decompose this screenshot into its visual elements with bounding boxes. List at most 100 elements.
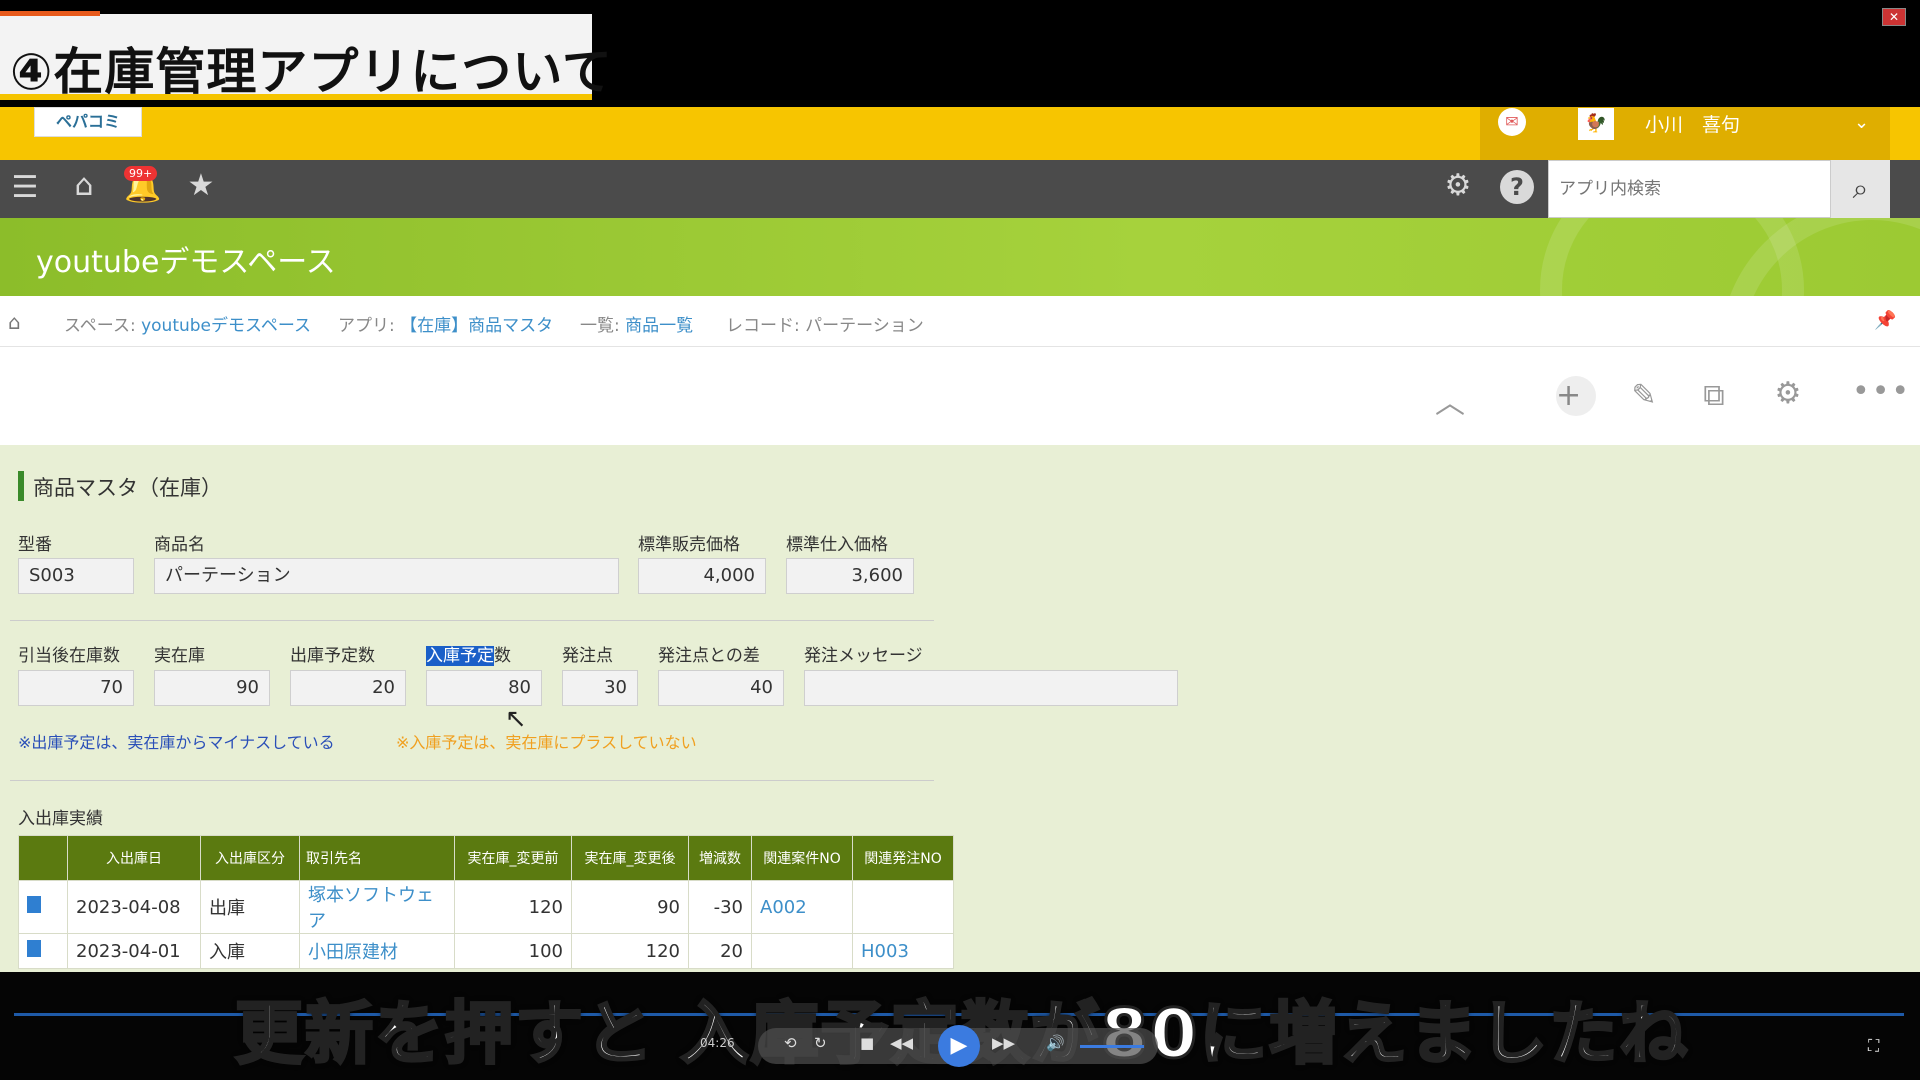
note-planned-in: ※入庫予定は、実在庫にプラスしていない <box>396 733 697 752</box>
table-header: 入出庫区分 <box>200 835 300 881</box>
duplicate-icon[interactable]: ⧉ <box>1694 378 1734 413</box>
table-header: 取引先名 <box>299 835 455 881</box>
table-header: 実在庫_変更後 <box>571 835 689 881</box>
field-order-message <box>804 670 1178 706</box>
label-actual-stock: 実在庫 <box>154 646 205 666</box>
table-header: 関連発注NO <box>852 835 954 881</box>
breadcrumb-home-icon[interactable]: ⌂ <box>8 310 21 334</box>
field-planned-in: 80 <box>426 670 542 706</box>
table-header: 増減数 <box>688 835 752 881</box>
cell-delta: 20 <box>688 933 752 969</box>
star-icon[interactable]: ★ <box>183 168 219 203</box>
space-title[interactable]: youtubeデモスペース <box>36 237 336 281</box>
label-product-name: 商品名 <box>154 535 205 555</box>
gear-icon[interactable]: ⚙ <box>1440 168 1476 203</box>
loop-icon[interactable]: ⟲ <box>784 1034 797 1052</box>
note-planned-out: ※出庫予定は、実在庫からマイナスしている <box>18 733 335 752</box>
table-header: 実在庫_変更前 <box>454 835 572 881</box>
label-order-point: 発注点 <box>562 646 613 666</box>
section-marker <box>18 471 24 501</box>
video-title-card: ④在庫管理アプリについて <box>0 11 612 101</box>
cell-date: 2023-04-08 <box>67 880 201 934</box>
section-title: 商品マスタ（在庫） <box>33 476 222 500</box>
table-header: 入出庫日 <box>67 835 201 881</box>
more-options-icon[interactable]: ••• <box>1852 374 1909 409</box>
breadcrumb-view[interactable]: 一覧: 商品一覧 <box>580 311 693 336</box>
label-planned-out: 出庫予定数 <box>290 646 375 666</box>
chevron-up-icon[interactable]: ︿ <box>1430 378 1470 422</box>
breadcrumb-space[interactable]: スペース: youtubeデモスペース <box>64 311 311 336</box>
cell-before: 100 <box>454 933 572 969</box>
field-product-name: パーテーション <box>154 558 619 594</box>
title-accent <box>0 11 100 16</box>
table-title: 入出庫実績 <box>18 809 103 829</box>
label-std-sale-price: 標準販売価格 <box>638 535 740 555</box>
settings-dropdown-icon[interactable]: ⚙ <box>1760 376 1816 411</box>
avatar[interactable]: 🐓 <box>1578 108 1614 140</box>
cell-before: 120 <box>454 880 572 934</box>
mail-icon[interactable]: ✉ <box>1498 108 1526 136</box>
divider <box>10 780 934 781</box>
stop-icon[interactable]: ■ <box>860 1034 874 1052</box>
user-name[interactable]: 小川 喜句 <box>1645 110 1740 137</box>
table-row: 2023-04-01 入庫 小田原建材 100 120 20 H003 <box>18 933 954 969</box>
cell-case-no-link[interactable]: A002 <box>751 880 853 934</box>
repeat-icon[interactable]: ↻ <box>814 1034 827 1052</box>
field-order-point-diff: 40 <box>658 670 784 706</box>
table-header-row: 入出庫日 入出庫区分 取引先名 実在庫_変更前 実在庫_変更後 増減数 関連案件… <box>18 835 954 881</box>
label-order-message: 発注メッセージ <box>804 646 923 666</box>
chevron-down-icon[interactable]: ⌄ <box>1854 112 1869 133</box>
cell-type: 入庫 <box>200 933 300 969</box>
selected-text: 入庫予定 <box>426 646 494 666</box>
video-timestamp: 04:26 <box>700 1036 735 1050</box>
help-icon[interactable]: ? <box>1500 170 1534 204</box>
window-close-icon[interactable]: ✕ <box>1882 8 1906 26</box>
table-header: 関連案件NO <box>751 835 853 881</box>
cell-partner-link[interactable]: 小田原建材 <box>299 933 455 969</box>
home-icon[interactable]: ⌂ <box>66 168 102 203</box>
table-header-icon <box>18 835 68 881</box>
edit-icon[interactable]: ✎ <box>1624 378 1664 413</box>
fullscreen-icon[interactable]: ⛶ <box>1868 1036 1879 1056</box>
table-row: 2023-04-08 出庫 塚本ソフトウェア 120 90 -30 A002 <box>18 880 954 934</box>
label-order-point-diff: 発注点との差 <box>658 646 760 666</box>
search-input[interactable] <box>1548 160 1831 218</box>
cell-date: 2023-04-01 <box>67 933 201 969</box>
divider <box>10 620 934 621</box>
field-std-purchase-price: 3,600 <box>786 558 914 594</box>
history-table: 入出庫日 入出庫区分 取引先名 実在庫_変更前 実在庫_変更後 増減数 関連案件… <box>18 835 954 969</box>
volume-icon[interactable]: 🔊 <box>1046 1034 1065 1052</box>
cell-delta: -30 <box>688 880 752 934</box>
volume-slider[interactable] <box>1080 1045 1144 1048</box>
row-detail-icon[interactable] <box>18 933 68 969</box>
cell-order-no-link[interactable] <box>852 880 954 934</box>
field-stock-after-alloc: 70 <box>18 670 134 706</box>
company-logo[interactable]: ペパコミ <box>34 107 142 137</box>
add-record-button[interactable]: + <box>1556 376 1596 416</box>
cell-case-no-link[interactable] <box>751 933 853 969</box>
menu-icon[interactable]: ☰ <box>8 170 42 205</box>
label-stock-after-alloc: 引当後在庫数 <box>18 646 120 666</box>
breadcrumb-record: レコード: パーテーション <box>726 316 924 336</box>
cell-partner-link[interactable]: 塚本ソフトウェア <box>299 880 455 934</box>
notification-badge: 99+ <box>124 166 158 181</box>
cell-order-no-link[interactable]: H003 <box>852 933 954 969</box>
play-button[interactable]: ▶ <box>938 1025 980 1067</box>
label-std-purchase-price: 標準仕入価格 <box>786 535 888 555</box>
rewind-icon[interactable]: ◀◀ <box>890 1034 913 1052</box>
field-model-no: S003 <box>18 558 134 594</box>
field-planned-out: 20 <box>290 670 406 706</box>
field-order-point: 30 <box>562 670 638 706</box>
label-planned-in: 入庫予定数 <box>426 646 511 666</box>
pin-icon[interactable]: 📌 <box>1874 310 1896 331</box>
video-title: ④在庫管理アプリについて <box>10 43 613 101</box>
search-icon[interactable]: ⌕ <box>1831 160 1890 218</box>
cell-after: 90 <box>571 880 689 934</box>
label-model-no: 型番 <box>18 535 52 555</box>
field-actual-stock: 90 <box>154 670 270 706</box>
breadcrumb-app[interactable]: アプリ: 【在庫】商品マスタ <box>338 311 553 336</box>
fast-forward-icon[interactable]: ▶▶ <box>992 1034 1015 1052</box>
mouse-cursor-icon: ↖ <box>505 704 527 734</box>
cell-after: 120 <box>571 933 689 969</box>
row-detail-icon[interactable] <box>18 880 68 934</box>
